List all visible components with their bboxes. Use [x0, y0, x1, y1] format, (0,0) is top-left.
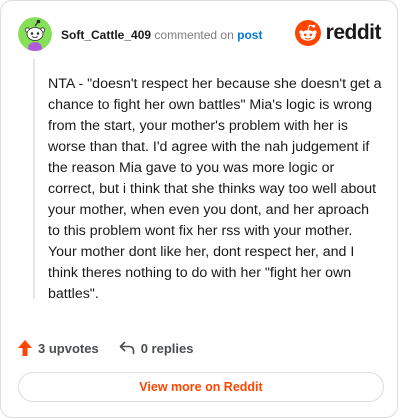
post-link[interactable]: post: [237, 28, 262, 42]
reply-arrow-icon: [119, 341, 134, 355]
commented-on-text: commented on: [154, 28, 234, 42]
comment-actions: 3 upvotes 0 replies: [18, 338, 213, 358]
snoo-avatar-icon: [18, 17, 52, 51]
comment-header: Soft_Cattle_409 commented on post reddit: [17, 17, 382, 53]
reddit-wordmark: reddit: [325, 21, 382, 44]
comment-body: NTA - "doesn't respect her because she d…: [48, 76, 382, 302]
username[interactable]: Soft_Cattle_409: [61, 28, 151, 42]
comment-meta: Soft_Cattle_409 commented on post: [61, 28, 262, 42]
reply-button[interactable]: 0 replies: [119, 340, 194, 356]
comment-embed-card: Soft_Cattle_409 commented on post reddit…: [0, 0, 398, 418]
user-avatar[interactable]: [18, 17, 52, 51]
reddit-logo-icon: [294, 20, 321, 46]
thread-line: [33, 59, 35, 299]
upvote-button[interactable]: 3 upvotes: [18, 340, 99, 356]
reply-count: 0 replies: [140, 340, 194, 356]
upvote-count: 3 upvotes: [38, 340, 99, 356]
view-more-on-reddit-button[interactable]: View more on Reddit: [18, 372, 384, 402]
reddit-brand[interactable]: reddit: [294, 19, 382, 47]
upvote-arrow-icon: [18, 340, 32, 356]
